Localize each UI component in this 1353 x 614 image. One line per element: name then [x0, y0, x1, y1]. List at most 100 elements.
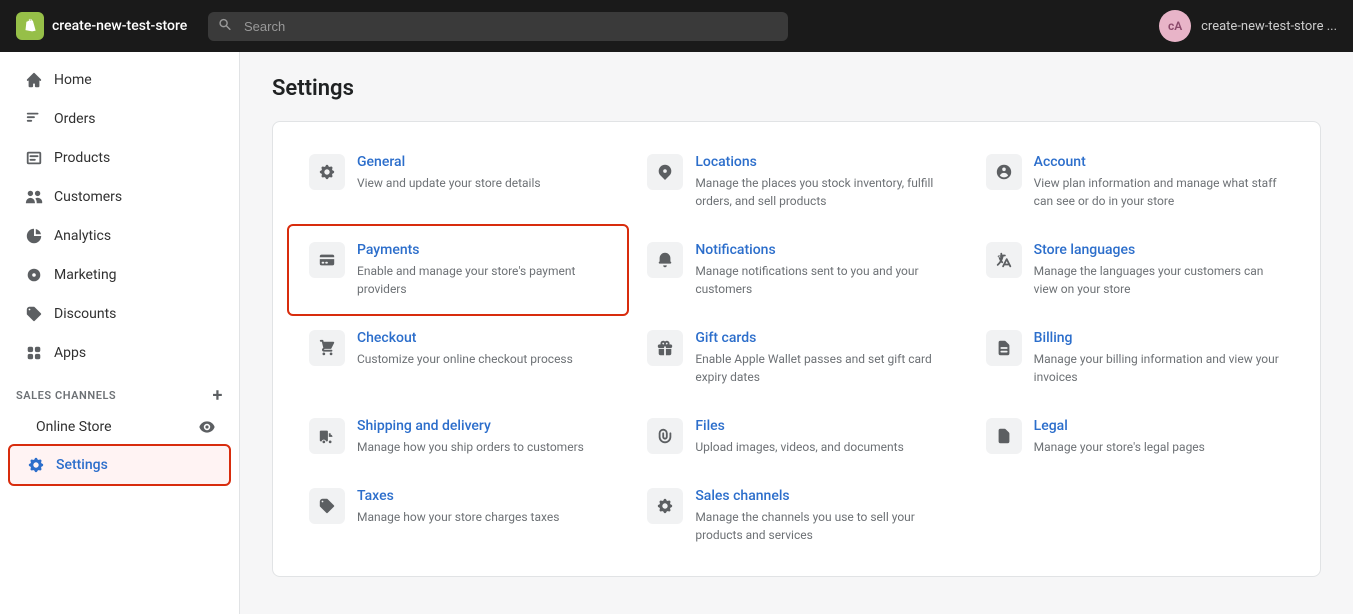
settings-item-account[interactable]: Account View plan information and manage… — [966, 138, 1304, 226]
settings-item-title-shipping: Shipping and delivery — [357, 418, 607, 434]
sidebar-item-discounts[interactable]: Discounts — [8, 295, 231, 333]
discounts-icon — [24, 304, 44, 324]
settings-item-content-general: General View and update your store detai… — [357, 154, 607, 192]
settings-item-icon-store-languages — [986, 242, 1022, 278]
settings-item-desc-files: Upload images, videos, and documents — [695, 438, 945, 456]
settings-item-gift-cards[interactable]: Gift cards Enable Apple Wallet passes an… — [627, 314, 965, 402]
settings-item-title-sales-channels: Sales channels — [695, 488, 945, 504]
settings-item-title-gift-cards: Gift cards — [695, 330, 945, 346]
sidebar-item-marketing-label: Marketing — [54, 267, 117, 283]
settings-item-title-files: Files — [695, 418, 945, 434]
settings-item-content-gift-cards: Gift cards Enable Apple Wallet passes an… — [695, 330, 945, 386]
settings-item-icon-shipping — [309, 418, 345, 454]
settings-item-title-notifications: Notifications — [695, 242, 945, 258]
main-content: Settings General View and update your st… — [240, 52, 1353, 614]
settings-item-desc-store-languages: Manage the languages your customers can … — [1034, 262, 1284, 298]
settings-item-checkout[interactable]: Checkout Customize your online checkout … — [289, 314, 627, 402]
settings-item-desc-payments: Enable and manage your store's payment p… — [357, 262, 607, 298]
settings-item-title-payments: Payments — [357, 242, 607, 258]
settings-item-desc-locations: Manage the places you stock inventory, f… — [695, 174, 945, 210]
page-title: Settings — [272, 76, 1321, 101]
settings-item-icon-files — [647, 418, 683, 454]
store-logo[interactable]: create-new-test-store — [16, 12, 196, 40]
search-icon — [218, 17, 232, 36]
sidebar-item-apps[interactable]: Apps — [8, 334, 231, 372]
settings-item-desc-sales-channels: Manage the channels you use to sell your… — [695, 508, 945, 544]
settings-item-locations[interactable]: Locations Manage the places you stock in… — [627, 138, 965, 226]
settings-item-title-general: General — [357, 154, 607, 170]
settings-item-content-legal: Legal Manage your store's legal pages — [1034, 418, 1284, 456]
settings-grid: General View and update your store detai… — [289, 138, 1304, 560]
settings-item-legal[interactable]: Legal Manage your store's legal pages — [966, 402, 1304, 472]
sidebar-item-orders[interactable]: Orders — [8, 100, 231, 138]
settings-item-title-account: Account — [1034, 154, 1284, 170]
sidebar-item-orders-label: Orders — [54, 111, 96, 127]
settings-card: General View and update your store detai… — [272, 121, 1321, 577]
shopify-icon — [16, 12, 44, 40]
store-name-label: create-new-test-store — [52, 18, 187, 34]
settings-item-icon-checkout — [309, 330, 345, 366]
settings-item-content-locations: Locations Manage the places you stock in… — [695, 154, 945, 210]
sidebar-item-marketing[interactable]: Marketing — [8, 256, 231, 294]
settings-item-content-sales-channels: Sales channels Manage the channels you u… — [695, 488, 945, 544]
settings-item-title-taxes: Taxes — [357, 488, 607, 504]
settings-item-desc-checkout: Customize your online checkout process — [357, 350, 607, 368]
settings-item-icon-locations — [647, 154, 683, 190]
settings-item-title-store-languages: Store languages — [1034, 242, 1284, 258]
settings-item-content-taxes: Taxes Manage how your store charges taxe… — [357, 488, 607, 526]
settings-item-content-store-languages: Store languages Manage the languages you… — [1034, 242, 1284, 298]
settings-item-files[interactable]: Files Upload images, videos, and documen… — [627, 402, 965, 472]
sales-channels-label: SALES CHANNELS — [16, 389, 116, 402]
settings-item-shipping[interactable]: Shipping and delivery Manage how you shi… — [289, 402, 627, 472]
sidebar-item-online-store[interactable]: Online Store — [8, 411, 231, 443]
apps-icon — [24, 343, 44, 363]
settings-item-content-account: Account View plan information and manage… — [1034, 154, 1284, 210]
sidebar-item-settings-label: Settings — [56, 457, 108, 473]
settings-item-content-checkout: Checkout Customize your online checkout … — [357, 330, 607, 368]
sidebar: Home Orders Products Customers — [0, 52, 240, 614]
search-input[interactable] — [208, 12, 788, 41]
sidebar-item-customers-label: Customers — [54, 189, 122, 205]
marketing-icon — [24, 265, 44, 285]
topbar-store-name: create-new-test-store ... — [1201, 19, 1337, 34]
settings-item-taxes[interactable]: Taxes Manage how your store charges taxe… — [289, 472, 627, 560]
sidebar-item-discounts-label: Discounts — [54, 306, 116, 322]
settings-item-title-locations: Locations — [695, 154, 945, 170]
settings-item-desc-taxes: Manage how your store charges taxes — [357, 508, 607, 526]
settings-item-desc-notifications: Manage notifications sent to you and you… — [695, 262, 945, 298]
settings-item-desc-account: View plan information and manage what st… — [1034, 174, 1284, 210]
sidebar-item-products[interactable]: Products — [8, 139, 231, 177]
settings-item-icon-sales-channels — [647, 488, 683, 524]
settings-item-content-notifications: Notifications Manage notifications sent … — [695, 242, 945, 298]
online-store-icons — [199, 419, 215, 435]
settings-item-general[interactable]: General View and update your store detai… — [289, 138, 627, 226]
settings-item-desc-legal: Manage your store's legal pages — [1034, 438, 1284, 456]
search-bar[interactable] — [208, 12, 788, 41]
settings-item-content-files: Files Upload images, videos, and documen… — [695, 418, 945, 456]
settings-item-icon-legal — [986, 418, 1022, 454]
sidebar-item-home[interactable]: Home — [8, 61, 231, 99]
settings-item-icon-gift-cards — [647, 330, 683, 366]
sales-channels-header: SALES CHANNELS + — [0, 373, 239, 410]
settings-item-content-shipping: Shipping and delivery Manage how you shi… — [357, 418, 607, 456]
products-icon — [24, 148, 44, 168]
online-store-label: Online Store — [36, 419, 112, 435]
settings-item-desc-billing: Manage your billing information and view… — [1034, 350, 1284, 386]
topbar-right: cA create-new-test-store ... — [1159, 10, 1337, 42]
settings-item-icon-general — [309, 154, 345, 190]
settings-item-store-languages[interactable]: Store languages Manage the languages you… — [966, 226, 1304, 314]
sidebar-item-customers[interactable]: Customers — [8, 178, 231, 216]
settings-item-title-billing: Billing — [1034, 330, 1284, 346]
settings-item-sales-channels[interactable]: Sales channels Manage the channels you u… — [627, 472, 965, 560]
settings-item-icon-notifications — [647, 242, 683, 278]
settings-item-payments[interactable]: Payments Enable and manage your store's … — [287, 224, 629, 316]
sidebar-item-settings[interactable]: Settings — [8, 444, 231, 486]
sidebar-item-analytics[interactable]: Analytics — [8, 217, 231, 255]
settings-item-icon-billing — [986, 330, 1022, 366]
settings-item-billing[interactable]: Billing Manage your billing information … — [966, 314, 1304, 402]
settings-item-notifications[interactable]: Notifications Manage notifications sent … — [627, 226, 965, 314]
settings-item-title-checkout: Checkout — [357, 330, 607, 346]
add-channel-button[interactable]: + — [213, 385, 223, 406]
settings-icon — [26, 455, 46, 475]
settings-item-icon-account — [986, 154, 1022, 190]
